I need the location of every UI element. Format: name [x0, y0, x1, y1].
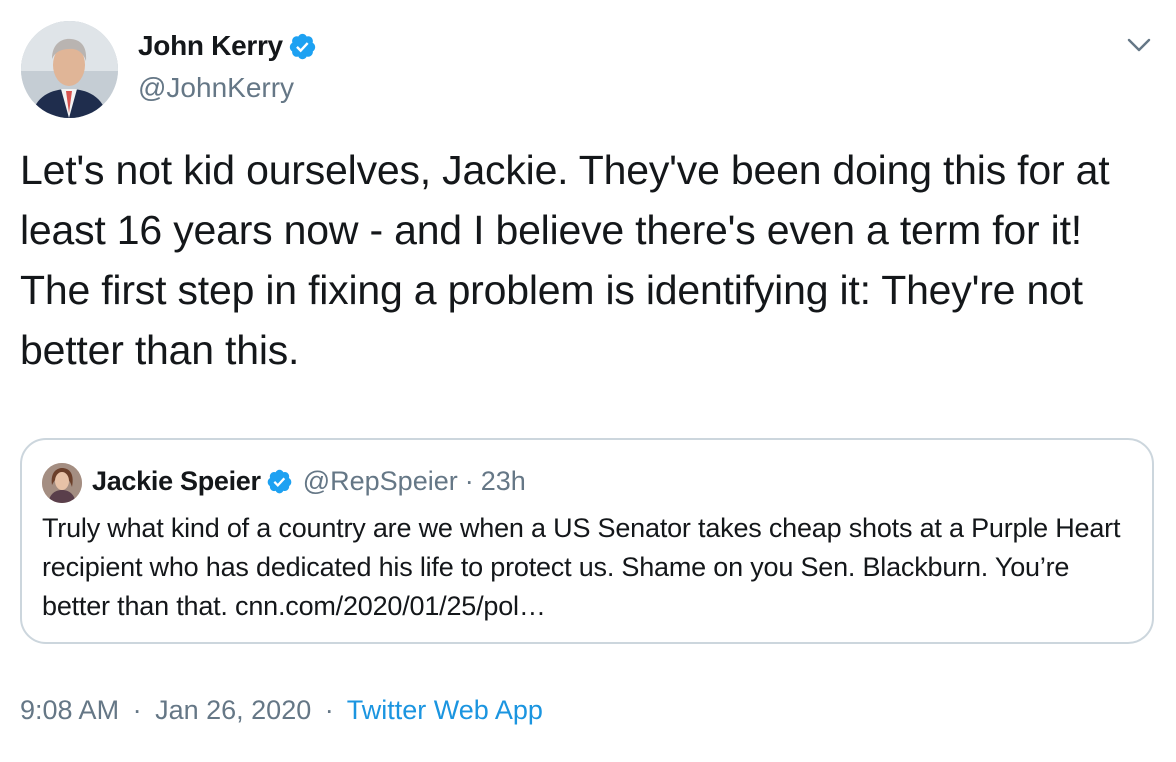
tweet-menu-button[interactable]: [1124, 30, 1154, 60]
avatar-icon: [21, 21, 118, 118]
footer-separator: ·: [132, 695, 142, 725]
quoted-timestamp: 23h: [480, 466, 526, 496]
quoted-author-handle: @RepSpeier: [302, 466, 458, 496]
footer-separator: ·: [324, 695, 334, 725]
author-name-row: John Kerry: [138, 30, 317, 62]
chevron-down-icon: [1127, 38, 1151, 52]
quoted-tweet-text: Truly what kind of a country are we when…: [42, 513, 1121, 621]
verified-badge-icon: [289, 33, 316, 59]
tweet-text: Let's not kid ourselves, Jackie. They've…: [20, 147, 1121, 373]
quoted-header: Jackie Speier @RepSpeier · 23h: [92, 466, 526, 497]
tweet-footer: 9:08 AM · Jan 26, 2020 · Twitter Web App: [20, 695, 543, 726]
tweet-time[interactable]: 9:08 AM: [20, 695, 119, 725]
tweet-source-link[interactable]: Twitter Web App: [347, 695, 543, 725]
quoted-avatar-icon: [42, 463, 82, 503]
verified-badge-icon: [267, 469, 292, 494]
author-handle[interactable]: @JohnKerry: [138, 72, 294, 104]
quoted-author-avatar[interactable]: [42, 463, 82, 503]
author-name[interactable]: John Kerry: [138, 30, 283, 62]
quoted-tweet[interactable]: Jackie Speier @RepSpeier · 23h Truly wha…: [20, 438, 1154, 644]
tweet-date[interactable]: Jan 26, 2020: [155, 695, 311, 725]
quoted-author-name: Jackie Speier: [92, 466, 261, 496]
author-avatar[interactable]: [21, 21, 118, 118]
quoted-separator: ·: [464, 466, 474, 496]
